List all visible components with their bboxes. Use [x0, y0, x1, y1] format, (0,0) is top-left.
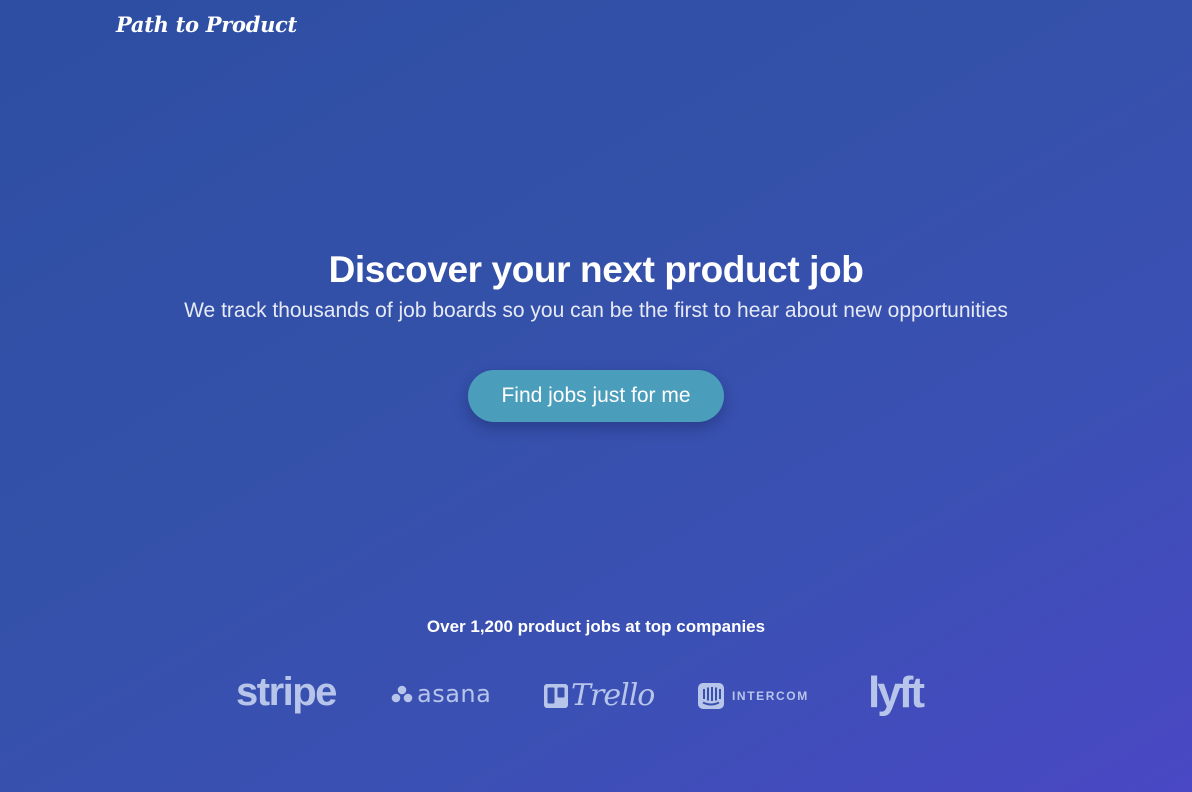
trello-logo-text: Trello [571, 678, 655, 713]
intercom-logo-text: INTERCOM [732, 689, 809, 703]
stripe-logo-text: stripe [236, 670, 337, 714]
asana-logo: asana [391, 680, 491, 708]
intercom-logo: INTERCOM [698, 683, 809, 709]
intercom-chat-icon [698, 683, 724, 709]
lyft-logo: lyft [868, 668, 925, 718]
hero-title: Discover your next product job [328, 249, 864, 290]
trello-board-icon [544, 683, 568, 708]
company-logos: stripe asana Trello INTERCOM lyft [0, 668, 1192, 724]
hero-subtitle: We track thousands of job boards so you … [184, 299, 1008, 322]
find-jobs-button[interactable]: Find jobs just for me [468, 370, 724, 422]
asana-dots-icon [391, 685, 413, 703]
trello-logo: Trello [544, 678, 655, 713]
asana-logo-text: asana [417, 680, 492, 708]
brand-logo[interactable]: Path to Product [116, 12, 297, 37]
companies-caption: Over 1,200 product jobs at top companies [426, 617, 766, 636]
hero-section: Discover your next product job We track … [0, 248, 1192, 326]
stripe-logo: stripe [236, 670, 337, 715]
lyft-logo-text: lyft [868, 668, 925, 717]
